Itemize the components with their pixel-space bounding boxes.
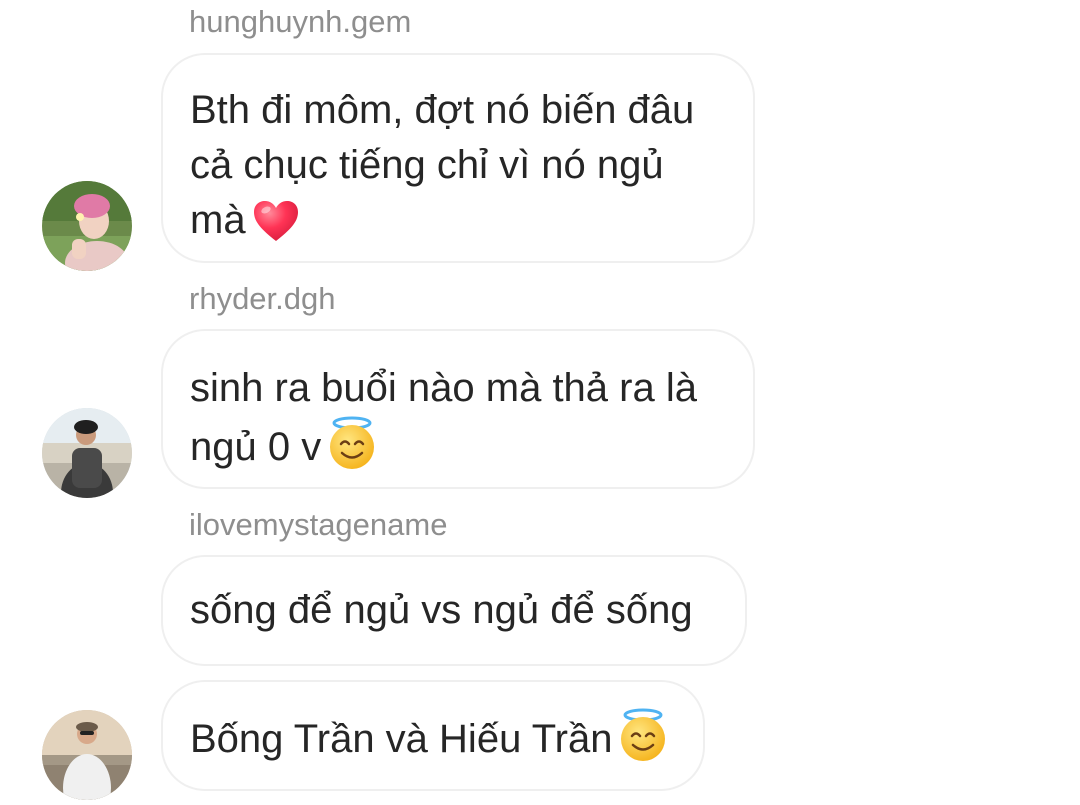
message-bubble[interactable]: sinh ra buổi nào mà thả ra là ngủ 0 v	[161, 329, 755, 489]
message-text: Bống Trần và Hiếu Trần	[190, 717, 613, 761]
avatar[interactable]	[42, 181, 132, 271]
red-heart-emoji-icon	[252, 199, 300, 258]
halo-smile-emoji-icon	[618, 708, 668, 777]
message-bubble[interactable]: sống để ngủ vs ngủ để sống	[161, 555, 747, 666]
message-text: sống để ngủ vs ngủ để sống	[190, 588, 693, 632]
halo-smile-emoji-icon	[327, 416, 377, 485]
avatar[interactable]	[42, 408, 132, 498]
sender-name[interactable]: hunghuynh.gem	[189, 4, 411, 40]
message-bubble[interactable]: Bth đi môm, đợt nó biến đâu cả chục tiến…	[161, 53, 755, 263]
avatar[interactable]	[42, 710, 132, 800]
sender-name[interactable]: rhyder.dgh	[189, 281, 336, 317]
message-thread: hunghuynh.gem Bth đi môm, đợt nó biến đâ…	[0, 0, 1080, 805]
message-text: sinh ra buổi nào mà thả ra là ngủ 0 v	[190, 366, 697, 469]
message-bubble[interactable]: Bống Trần và Hiếu Trần	[161, 680, 705, 791]
sender-name[interactable]: ilovemystagename	[189, 507, 447, 543]
